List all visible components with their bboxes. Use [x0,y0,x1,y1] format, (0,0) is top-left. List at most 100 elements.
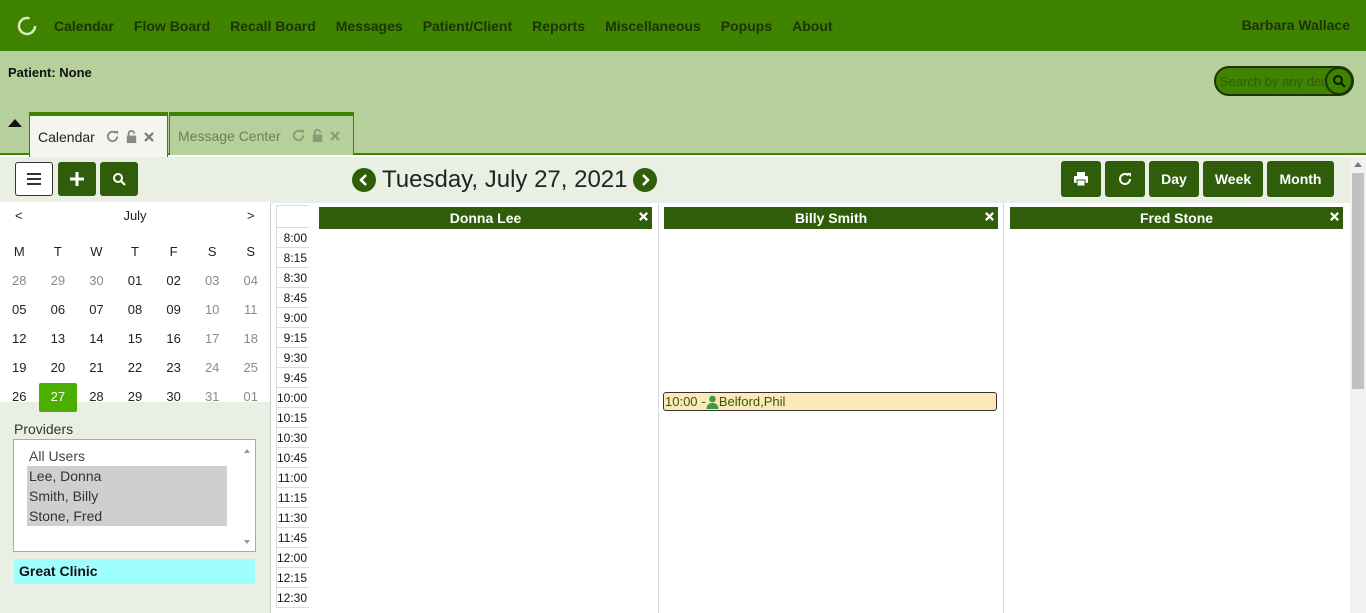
refresh-icon[interactable] [105,129,120,144]
provider-option[interactable]: All Users [27,446,227,466]
day-cell[interactable]: 30 [77,267,116,296]
weekday-label: M [13,244,25,259]
day-view-button[interactable]: Day [1149,161,1199,197]
day-cell[interactable]: 15 [116,325,155,354]
day-cell[interactable]: 10 [193,296,232,325]
month-view-button[interactable]: Month [1267,161,1334,197]
day-cell[interactable]: 17 [193,325,232,354]
day-cell[interactable]: 29 [39,267,78,296]
provider-column-header: Billy Smith [664,207,998,229]
lock-icon[interactable] [310,128,325,143]
day-cell[interactable]: 13 [39,325,78,354]
day-cell[interactable]: 01 [231,383,270,412]
facility-label[interactable]: Great Clinic [14,559,255,584]
collapse-arrow-icon[interactable] [8,119,22,127]
calendar-header: Tuesday, July 27, 2021 Day Week Month [270,157,1366,203]
day-cell[interactable]: 21 [77,354,116,383]
nav-calendar[interactable]: Calendar [54,18,114,34]
close-icon[interactable] [1329,211,1340,222]
app-logo-icon[interactable] [16,15,38,37]
provider-column-header: Donna Lee [319,207,652,229]
nav-flow-board[interactable]: Flow Board [134,18,210,34]
mini-calendar-month: July [123,208,147,223]
list-scrollbar[interactable] [243,444,251,547]
week-view-button[interactable]: Week [1203,161,1263,197]
day-cell[interactable]: 20 [39,354,78,383]
appointment-time: 10:00 [665,394,698,409]
provider-option-selected[interactable]: Stone, Fred [27,506,227,526]
patient-search-button[interactable] [1325,68,1352,94]
day-cell[interactable]: 02 [154,267,193,296]
day-cell[interactable]: 06 [39,296,78,325]
day-cell[interactable]: 16 [154,325,193,354]
day-cell[interactable]: 29 [116,383,155,412]
nav-about[interactable]: About [792,18,832,34]
providers-select[interactable]: All Users Lee, Donna Smith, Billy Stone,… [13,439,256,552]
close-icon[interactable] [638,211,649,222]
scroll-up-arrow-icon[interactable] [1354,162,1362,167]
day-cell[interactable]: 28 [0,267,39,296]
nav-messages[interactable]: Messages [336,18,403,34]
tab-calendar-label: Calendar [38,128,95,145]
day-cell[interactable]: 28 [77,383,116,412]
nav-miscellaneous[interactable]: Miscellaneous [605,18,701,34]
mini-calendar-prev[interactable]: < [15,208,23,223]
day-cell[interactable]: 22 [116,354,155,383]
time-slot: 12:15 [276,568,309,588]
tab-message-center[interactable]: Message Center [169,112,354,155]
day-cell[interactable]: 19 [0,354,39,383]
time-column-header [276,205,309,228]
day-cell[interactable]: 18 [231,325,270,354]
lock-icon[interactable] [124,129,139,144]
nav-reports[interactable]: Reports [532,18,585,34]
refresh-button[interactable] [1105,161,1145,197]
day-cell[interactable]: 14 [77,325,116,354]
day-cell-selected[interactable]: 27 [38,383,78,412]
appointment-block[interactable]: 10:00 - Belford,Phil [663,392,997,411]
nav-popups[interactable]: Popups [721,18,772,34]
day-cell[interactable]: 11 [231,296,270,325]
provider-option-selected[interactable]: Lee, Donna [27,466,227,486]
scrollbar-thumb[interactable] [1352,173,1364,389]
page-scrollbar[interactable] [1350,157,1366,613]
tab-calendar[interactable]: Calendar [29,112,168,157]
time-column: 8:00 8:15 8:30 8:45 9:00 9:15 9:30 9:45 … [276,228,309,608]
previous-day-button[interactable] [352,168,376,192]
hamburger-icon [27,173,41,185]
day-cell[interactable]: 04 [231,267,270,296]
day-cell[interactable]: 09 [154,296,193,325]
mini-calendar-next[interactable]: > [247,208,255,223]
day-cell[interactable]: 30 [154,383,193,412]
next-day-button[interactable] [633,168,658,192]
provider-option-selected[interactable]: Smith, Billy [27,486,227,506]
nav-recall-board[interactable]: Recall Board [230,18,316,34]
print-button[interactable] [1061,161,1101,197]
day-cell[interactable]: 24 [193,354,232,383]
day-cell[interactable]: 12 [0,325,39,354]
user-menu[interactable]: Barbara Wallace [1242,17,1350,33]
day-cell[interactable]: 26 [0,383,39,412]
day-cell[interactable]: 07 [77,296,116,325]
close-icon[interactable] [143,131,155,143]
search-appointments-button[interactable] [100,162,138,196]
close-icon[interactable] [984,211,995,222]
day-cell[interactable]: 31 [193,383,232,412]
add-appointment-button[interactable] [58,162,96,196]
nav-patient-client[interactable]: Patient/Client [423,18,512,34]
day-cell[interactable]: 25 [231,354,270,383]
provider-column-title: Donna Lee [449,210,522,226]
day-cell[interactable]: 03 [193,267,232,296]
day-cell[interactable]: 23 [154,354,193,383]
time-slot: 11:45 [276,528,309,548]
patient-bar: Patient: None Calendar Message Center [0,51,1366,157]
day-cell[interactable]: 08 [116,296,155,325]
day-cell[interactable]: 05 [0,296,39,325]
patient-search-input[interactable] [1216,68,1326,94]
refresh-icon[interactable] [291,128,306,143]
day-cell[interactable]: 01 [116,267,155,296]
search-icon [113,173,126,186]
menu-button[interactable] [15,162,53,196]
week-row: 05 06 07 08 09 10 11 [0,296,270,325]
close-icon[interactable] [329,130,341,142]
time-slot: 8:15 [276,248,309,268]
